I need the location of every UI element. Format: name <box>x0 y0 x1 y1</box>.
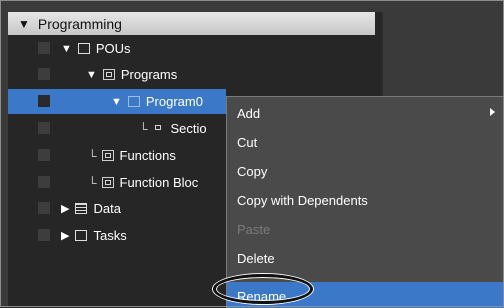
menu-item-label: Delete <box>237 250 275 266</box>
tree-header-label: Programming <box>37 15 122 32</box>
checkbox-square <box>38 42 50 54</box>
tree-item-label: POUs <box>95 41 131 56</box>
tree-connector-icon: └ <box>88 175 97 190</box>
menu-item-delete[interactable]: Delete <box>237 246 275 270</box>
menu-item-label: Paste <box>237 221 271 237</box>
menu-item-copy-with-dependents[interactable]: Copy with Dependents <box>237 188 368 212</box>
checkbox-square <box>38 176 50 188</box>
rename-callout-circle <box>213 274 313 304</box>
menu-item-label: Cut <box>237 134 258 150</box>
expand-triangle-icon[interactable]: ▼ <box>18 17 30 31</box>
collapsed-triangle-icon[interactable]: ▶ <box>61 229 69 242</box>
tree-item-label: Functions <box>119 148 176 163</box>
expand-triangle-icon[interactable]: ▼ <box>86 69 97 81</box>
menu-item-copy[interactable]: Copy <box>237 159 267 183</box>
tree-item-label: Programs <box>120 67 178 82</box>
tree-item-label: Tasks <box>93 228 127 243</box>
tree-header-programming[interactable]: ▼ Programming <box>8 12 375 35</box>
menu-item-label: Copy <box>237 163 268 179</box>
menu-item-add[interactable]: Add <box>237 101 260 125</box>
checkbox-square <box>38 68 50 80</box>
tasks-icon <box>75 230 88 241</box>
pou-icon <box>77 43 90 54</box>
checkbox-square <box>38 202 50 214</box>
tree-item-label: Sectio <box>170 121 207 136</box>
left-strip <box>0 0 8 307</box>
tree-item-pous[interactable]: ▼ POUs <box>8 36 381 61</box>
section-icon <box>153 123 165 134</box>
collapsed-triangle-icon[interactable]: ▶ <box>61 202 69 215</box>
tree-item-programs[interactable]: ▼ Programs <box>8 62 381 87</box>
menu-item-label: Copy with Dependents <box>237 192 368 208</box>
functions-icon <box>101 150 114 161</box>
programs-icon <box>102 69 115 80</box>
tree-connector-icon: └ <box>88 148 97 163</box>
menu-item-cut[interactable]: Cut <box>237 130 257 154</box>
expand-triangle-icon[interactable]: ▼ <box>61 43 72 55</box>
checkbox-square <box>38 149 50 161</box>
expand-triangle-icon[interactable]: ▼ <box>111 96 122 108</box>
menu-item-paste: Paste <box>237 217 270 241</box>
tree-item-label: Function Bloc <box>119 175 199 190</box>
checkbox-square <box>38 229 50 241</box>
tree-item-program0[interactable]: ▼ Program0 <box>8 89 226 114</box>
program-icon <box>127 96 140 107</box>
checkbox-square <box>38 122 50 134</box>
tree-item-label: Program0 <box>145 94 203 109</box>
submenu-arrow-icon <box>490 108 495 116</box>
data-icon <box>75 203 88 214</box>
menu-item-label: Add <box>237 105 261 121</box>
function-blocks-icon <box>101 177 114 188</box>
checkbox-square <box>38 95 50 107</box>
tree-item-label: Data <box>93 201 121 216</box>
tree-connector-icon: └ <box>139 121 148 136</box>
